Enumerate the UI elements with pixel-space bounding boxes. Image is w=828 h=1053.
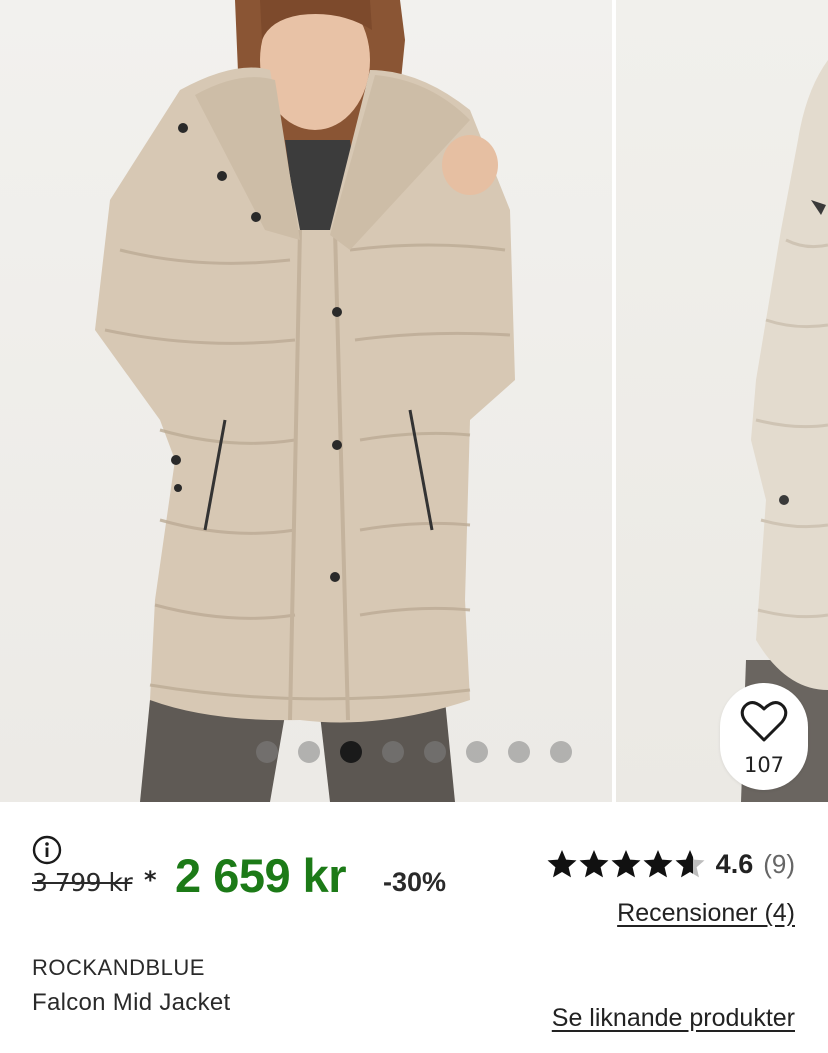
star-full-icon: [611, 850, 641, 878]
star-full-icon: [643, 850, 673, 878]
price-footnote-asterisk: *: [144, 866, 157, 894]
info-icon[interactable]: [32, 835, 62, 865]
pagination-dot-4[interactable]: [382, 741, 404, 763]
gallery-pagination: [256, 741, 592, 763]
product-photo: [95, 0, 515, 802]
pagination-dot-8[interactable]: [550, 741, 572, 763]
product-name: Falcon Mid Jacket: [32, 989, 231, 1016]
pagination-dot-5[interactable]: [424, 741, 446, 763]
original-price: 3 799 kr: [32, 868, 133, 897]
product-image-main[interactable]: [0, 0, 612, 802]
product-image-gallery[interactable]: 107: [0, 0, 828, 802]
similar-products-link[interactable]: Se liknande produkter: [552, 1004, 795, 1033]
sale-price: 2 659 kr: [175, 849, 347, 902]
rating-value: 4.6: [715, 848, 754, 879]
pagination-dot-1[interactable]: [256, 741, 278, 763]
product-rating[interactable]: 4.6 (9): [546, 848, 795, 880]
pagination-dot-3-active[interactable]: [340, 741, 362, 763]
pagination-dot-2[interactable]: [298, 741, 320, 763]
rating-stars: [546, 848, 706, 880]
pagination-dot-7[interactable]: [508, 741, 530, 763]
discount-badge: -30%: [383, 867, 447, 897]
rating-count: (9): [763, 848, 795, 879]
wishlist-count: 107: [743, 752, 785, 777]
product-brand[interactable]: ROCKANDBLUE: [32, 955, 205, 981]
reviews-link[interactable]: Recensioner (4): [617, 899, 795, 928]
star-full-icon: [547, 850, 577, 878]
pagination-dot-6[interactable]: [466, 741, 488, 763]
wishlist-button[interactable]: 107: [720, 683, 808, 790]
star-full-icon: [579, 850, 609, 878]
product-image-next[interactable]: [616, 0, 828, 802]
heart-icon: [740, 700, 788, 741]
product-photo-next: [741, 60, 828, 802]
star-half-icon: [675, 850, 705, 878]
